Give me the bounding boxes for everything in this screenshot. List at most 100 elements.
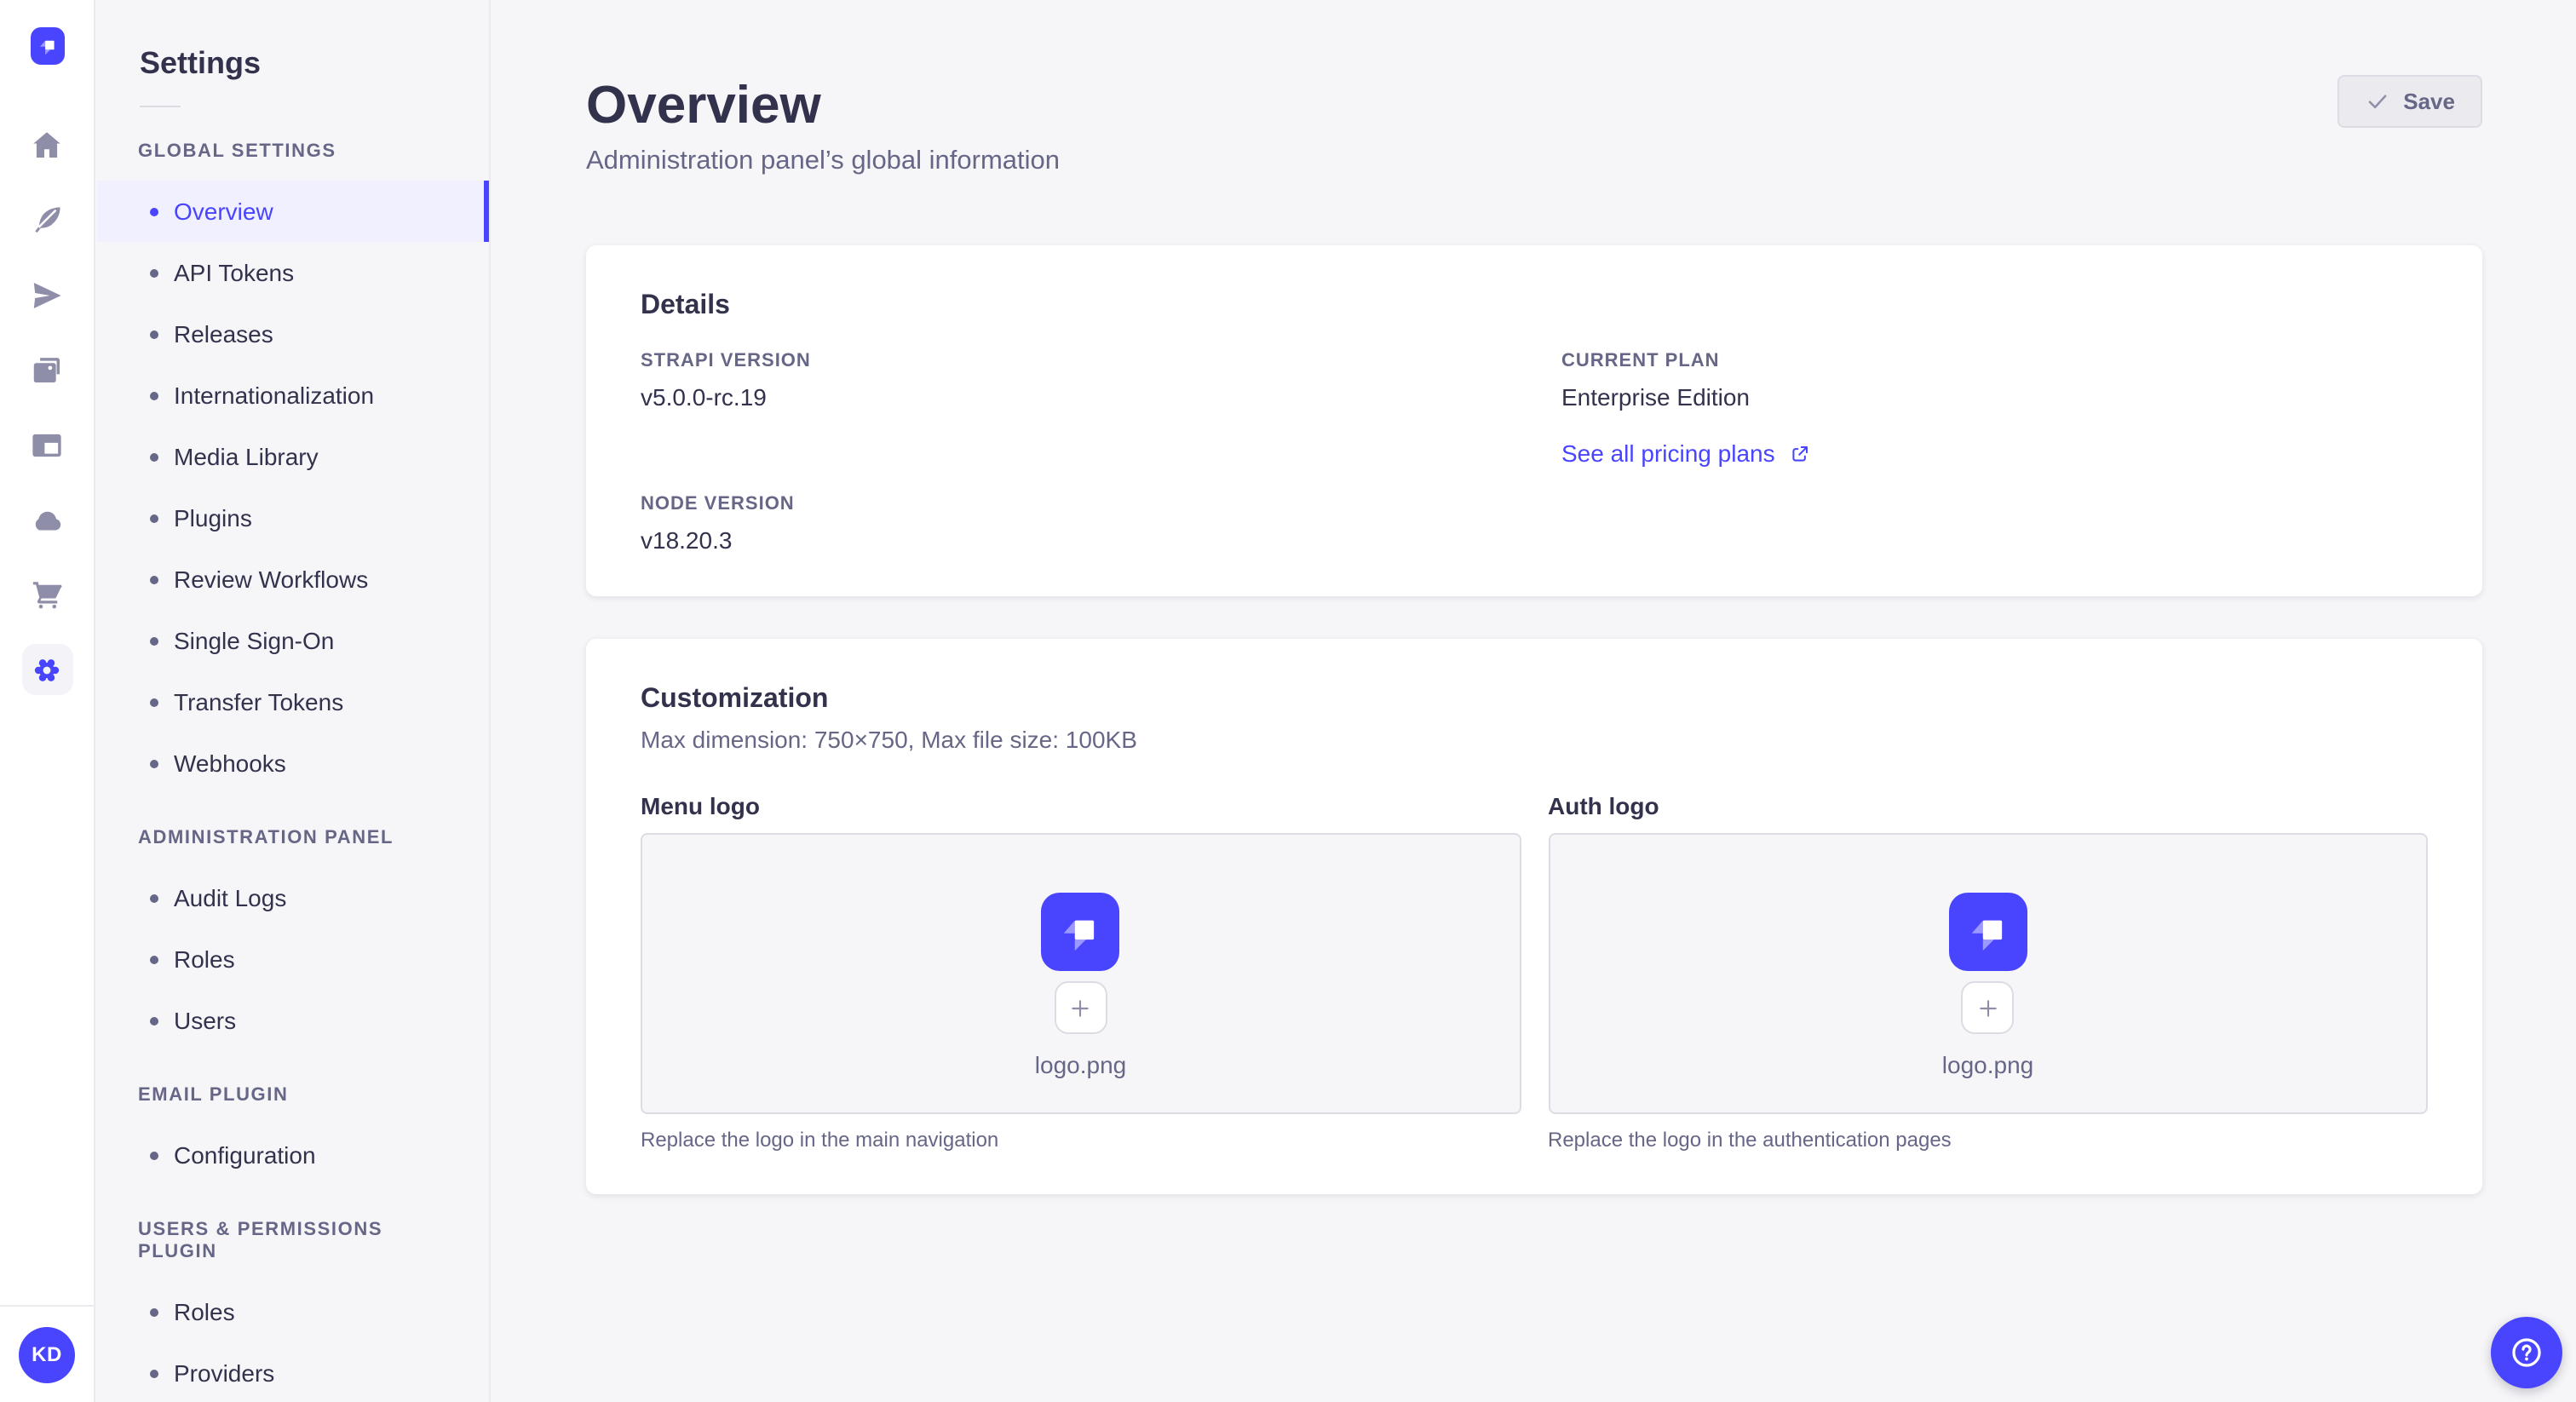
auth-logo-add-button[interactable] (1961, 981, 2015, 1034)
paper-plane-icon[interactable] (9, 257, 84, 332)
sidebar-item-email-configuration[interactable]: Configuration (97, 1124, 489, 1186)
bullet-dot (150, 1151, 158, 1159)
sidebar-item-transfer-tokens[interactable]: Transfer Tokens (97, 671, 489, 733)
section-label: GLOBAL SETTINGS (138, 141, 336, 162)
sidebar-item-audit-logs[interactable]: Audit Logs (97, 867, 489, 928)
sidebar-item-internationalization[interactable]: Internationalization (97, 365, 489, 426)
field-label: CURRENT PLAN (1561, 351, 1720, 371)
auth-logo-dropzone[interactable]: logo.png (1548, 833, 2428, 1114)
strapi-logo-glyph (1971, 920, 2002, 951)
customization-constraints: Max dimension: 750×750, Max file size: 1… (641, 726, 1137, 753)
sidebar-item-api-tokens[interactable]: API Tokens (97, 242, 489, 303)
bullet-dot (150, 330, 158, 338)
main-nav-rail: KD (0, 0, 95, 1402)
current-plan-field: CURRENT PLAN Enterprise Edition (1561, 351, 2428, 412)
check-icon (2368, 95, 2386, 109)
strapi-logo-glyph (38, 40, 54, 55)
sidebar-item-plugins[interactable]: Plugins (97, 487, 489, 549)
sidebar-item-media-library[interactable]: Media Library (97, 426, 489, 487)
menu-logo-dropzone[interactable]: logo.png (641, 833, 1521, 1114)
field-value: Enterprise Edition (1561, 383, 1751, 411)
main-content: Overview Administration panel’s global i… (491, 0, 2576, 1402)
bullet-dot (150, 268, 158, 277)
cloud-icon[interactable] (9, 482, 84, 557)
customization-card-title: Customization (641, 685, 829, 714)
rail-footer: KD (0, 1305, 94, 1402)
bullet-dot (150, 759, 158, 767)
sidebar-item-webhooks[interactable]: Webhooks (97, 733, 489, 794)
bullet-dot (150, 514, 158, 522)
section-users-permissions-plugin: USERS & PERMISSIONS PLUGIN Roles Provide… (97, 1220, 489, 1402)
sidebar-title: Settings (140, 46, 262, 80)
details-grid: STRAPI VERSION v5.0.0-rc.19 NODE VERSION… (641, 351, 2428, 555)
help-button[interactable] (2491, 1317, 2562, 1388)
bullet-dot (150, 1016, 158, 1025)
settings-gear-icon[interactable] (9, 632, 84, 707)
sidebar-item-admin-users[interactable]: Users (97, 990, 489, 1051)
rail-nav (9, 107, 84, 707)
page-title-block: Overview Administration panel’s global i… (586, 75, 1060, 177)
auth-logo-preview (1948, 893, 2027, 971)
bullet-dot (150, 955, 158, 963)
field-value: v5.0.0-rc.19 (641, 383, 767, 411)
sidebar-item-up-roles[interactable]: Roles (97, 1281, 489, 1342)
bullet-dot (150, 1369, 158, 1377)
bullet-dot (150, 698, 158, 706)
app-root: KD Settings GLOBAL SETTINGS Overview API… (0, 0, 2576, 1402)
auth-logo-hint: Replace the logo in the authentication p… (1548, 1128, 1952, 1152)
home-icon[interactable] (9, 107, 84, 182)
auth-logo-field: Auth logo logo.png Replace the logo in t… (1548, 789, 2428, 1153)
node-version-field: NODE VERSION v18.20.3 (641, 494, 1507, 555)
menu-logo-field: Menu logo logo.png Replace the logo in t… (641, 789, 1521, 1153)
title-divider (140, 106, 181, 107)
plus-icon (1072, 999, 1090, 1016)
bullet-dot (150, 207, 158, 215)
menu-logo-label: Menu logo (641, 792, 760, 819)
feather-icon[interactable] (9, 182, 84, 257)
sidebar-item-admin-roles[interactable]: Roles (97, 928, 489, 990)
user-avatar[interactable]: KD (19, 1326, 75, 1382)
auth-logo-filename: logo.png (1941, 1051, 2034, 1078)
sidebar-item-review-workflows[interactable]: Review Workflows (97, 549, 489, 610)
sidebar-item-single-sign-on[interactable]: Single Sign-On (97, 610, 489, 671)
strapi-logo[interactable] (30, 27, 64, 65)
pricing-plans-link[interactable]: See all pricing plans (1561, 440, 1811, 467)
settings-active-tile (21, 644, 72, 695)
bullet-dot (150, 893, 158, 902)
details-col-left: STRAPI VERSION v5.0.0-rc.19 NODE VERSION… (641, 351, 1507, 555)
customization-card: Customization Max dimension: 750×750, Ma… (586, 639, 2482, 1194)
sidebar-item-releases[interactable]: Releases (97, 303, 489, 365)
section-label: EMAIL PLUGIN (138, 1085, 289, 1106)
external-link-icon (1791, 445, 1808, 461)
sidebar-item-up-providers[interactable]: Providers (97, 1342, 489, 1402)
auth-logo-label: Auth logo (1548, 792, 1659, 819)
save-button[interactable]: Save (2337, 75, 2482, 128)
settings-sidebar: Settings GLOBAL SETTINGS Overview API To… (97, 0, 491, 1402)
section-label: USERS & PERMISSIONS PLUGIN (138, 1220, 383, 1262)
marketplace-cart-icon[interactable] (9, 557, 84, 632)
sidebar-item-overview[interactable]: Overview (97, 181, 489, 242)
bullet-dot (150, 452, 158, 461)
section-label: ADMINISTRATION PANEL (138, 828, 394, 848)
plus-icon (1979, 999, 1997, 1016)
field-label: STRAPI VERSION (641, 351, 811, 371)
content-layout-icon[interactable] (9, 407, 84, 482)
menu-logo-add-button[interactable] (1054, 981, 1107, 1034)
field-label: NODE VERSION (641, 494, 795, 514)
menu-logo-preview (1041, 893, 1120, 971)
section-email-plugin: EMAIL PLUGIN Configuration (97, 1085, 489, 1186)
menu-logo-hint: Replace the logo in the main navigation (641, 1128, 999, 1152)
bullet-dot (150, 1307, 158, 1316)
menu-logo-filename: logo.png (1034, 1051, 1127, 1078)
details-card: Details STRAPI VERSION v5.0.0-rc.19 NODE… (586, 245, 2482, 596)
field-value: v18.20.3 (641, 526, 733, 554)
bullet-dot (150, 391, 158, 399)
page-subtitle: Administration panel’s global informatio… (586, 147, 1061, 175)
bullet-dot (150, 636, 158, 645)
details-col-right: CURRENT PLAN Enterprise Edition See all … (1561, 351, 2428, 555)
bullet-dot (150, 575, 158, 583)
media-library-icon[interactable] (9, 332, 84, 407)
strapi-version-field: STRAPI VERSION v5.0.0-rc.19 (641, 351, 1507, 412)
details-card-title: Details (641, 291, 730, 320)
logo-columns: Menu logo logo.png Replace the logo in t… (641, 789, 2428, 1153)
